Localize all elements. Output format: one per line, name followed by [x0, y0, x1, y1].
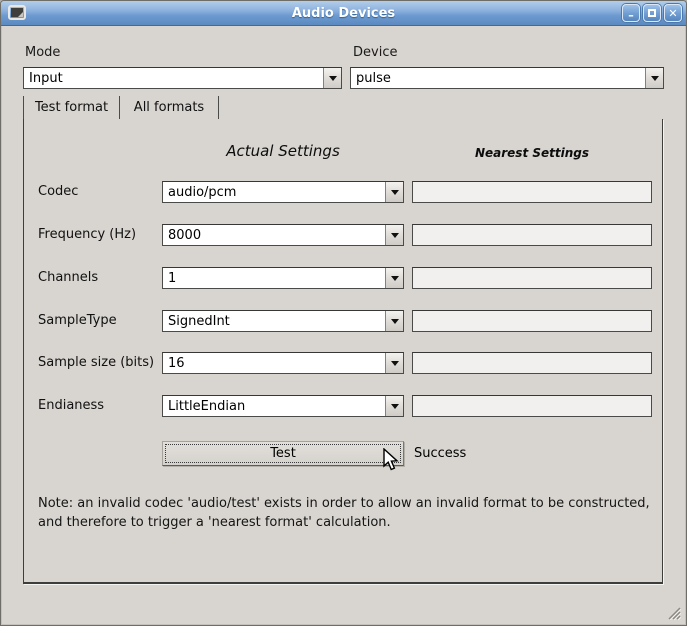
minimize-icon: –	[628, 10, 634, 21]
close-button[interactable]: ✕	[664, 4, 682, 22]
endianess-select[interactable]: LittleEndian	[162, 395, 404, 417]
endianess-nearest-field	[412, 395, 652, 417]
device-select-value: pulse	[351, 71, 645, 86]
titlebar[interactable]: Audio Devices – ✕	[1, 1, 686, 26]
chevron-down-icon	[329, 76, 337, 81]
chevron-down-icon	[391, 276, 399, 281]
tab-bar: Test format All formats	[23, 96, 219, 119]
test-button[interactable]: Test	[162, 441, 404, 466]
nearest-settings-header: Nearest Settings	[412, 146, 652, 160]
mode-select[interactable]: Input	[23, 67, 342, 89]
codec-select[interactable]: audio/pcm	[162, 181, 404, 203]
note-text: Note: an invalid codec 'audio/test' exis…	[38, 494, 654, 532]
chevron-down-icon	[391, 319, 399, 324]
chevron-down-icon	[391, 233, 399, 238]
device-label: Device	[353, 45, 397, 60]
close-icon: ✕	[668, 8, 677, 19]
device-select[interactable]: pulse	[350, 67, 664, 89]
minimize-button[interactable]: –	[622, 4, 640, 22]
audio-devices-window: Audio Devices – ✕ Mode Device Input puls…	[0, 0, 687, 626]
channels-label: Channels	[38, 267, 98, 289]
channels-select-arrow[interactable]	[385, 268, 403, 288]
maximize-button[interactable]	[643, 4, 661, 22]
sampletype-select-arrow[interactable]	[385, 311, 403, 331]
sampletype-nearest-field	[412, 310, 652, 332]
mode-select-value: Input	[24, 71, 323, 86]
endianess-label: Endianess	[38, 395, 104, 417]
resize-grip[interactable]	[665, 604, 681, 620]
samplesize-nearest-field	[412, 352, 652, 374]
status-text: Success	[414, 446, 466, 461]
sampletype-select[interactable]: SignedInt	[162, 310, 404, 332]
frequency-select-arrow[interactable]	[385, 225, 403, 245]
channels-nearest-field	[412, 267, 652, 289]
tab-test-format[interactable]: Test format	[23, 96, 120, 119]
chevron-down-icon	[391, 190, 399, 195]
samplesize-select[interactable]: 16	[162, 352, 404, 374]
maximize-icon	[648, 9, 656, 17]
window-title: Audio Devices	[1, 1, 686, 26]
frequency-nearest-field	[412, 224, 652, 246]
tab-all-formats[interactable]: All formats	[120, 96, 219, 119]
device-select-arrow[interactable]	[645, 68, 663, 88]
frequency-select[interactable]: 8000	[162, 224, 404, 246]
frequency-label: Frequency (Hz)	[38, 224, 136, 246]
samplesize-select-arrow[interactable]	[385, 353, 403, 373]
codec-select-arrow[interactable]	[385, 182, 403, 202]
chevron-down-icon	[391, 404, 399, 409]
sampletype-label: SampleType	[38, 310, 117, 332]
actual-settings-header: Actual Settings	[162, 142, 404, 160]
chevron-down-icon	[391, 361, 399, 366]
chevron-down-icon	[651, 76, 659, 81]
test-format-panel: Actual Settings Nearest Settings Codec a…	[23, 119, 663, 584]
channels-select[interactable]: 1	[162, 267, 404, 289]
mouse-cursor-icon	[382, 448, 400, 472]
codec-label: Codec	[38, 181, 78, 203]
samplesize-label: Sample size (bits)	[38, 352, 154, 374]
endianess-select-arrow[interactable]	[385, 396, 403, 416]
codec-nearest-field	[412, 181, 652, 203]
mode-label: Mode	[25, 45, 60, 60]
mode-select-arrow[interactable]	[323, 68, 341, 88]
